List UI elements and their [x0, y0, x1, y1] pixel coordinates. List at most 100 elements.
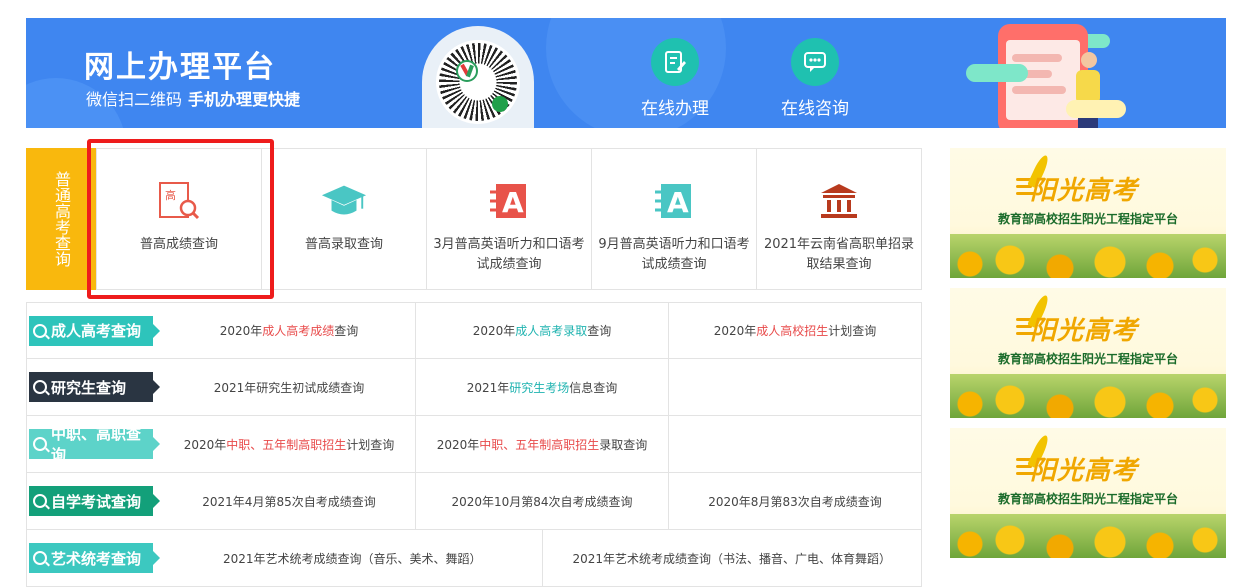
phone-line: [1012, 54, 1062, 62]
query-link-text: 计划查询: [346, 437, 395, 452]
edit-document-icon: [651, 38, 699, 86]
search-icon: [33, 494, 47, 508]
sunshine-gaokao-ad[interactable]: 阳光高考 教育部高校招生阳光工程指定平台: [950, 288, 1226, 418]
query-link[interactable]: 2021年艺术统考成绩查询（书法、播音、广电、体育舞蹈）: [543, 530, 922, 586]
query-category-label: 自学考试查询: [51, 492, 142, 511]
ad-title: 阳光高考: [1030, 316, 1139, 346]
online-handle-button[interactable]: 在线办理: [630, 38, 720, 119]
query-link[interactable]: 2021年4月第85次自考成绩查询: [163, 473, 416, 529]
score-query-card[interactable]: 高 普高成绩查询: [97, 149, 262, 289]
ad-title: 阳光高考: [1030, 456, 1139, 486]
sunshine-gaokao-ad[interactable]: 阳光高考 教育部高校招生阳光工程指定平台: [950, 148, 1226, 278]
graduation-cap-icon: [320, 179, 368, 223]
vocational-admission-query-card[interactable]: 2021年云南省高职单招录取结果查询: [757, 149, 921, 289]
query-category-label: 中职、高职查询: [51, 425, 142, 464]
banner-subtitle: 微信扫二维码 手机办理更快捷: [86, 86, 300, 110]
query-category-label: 研究生查询: [51, 378, 127, 397]
query-link[interactable]: 2021年 研究生考场 信息查询: [416, 359, 669, 415]
query-link-text: 查询: [334, 324, 359, 338]
query-link-text: 查询: [587, 324, 612, 338]
sept-english-query-card[interactable]: A 9月普高英语听力和口语考试成绩查询: [592, 149, 757, 289]
query-link-text: 2020年: [713, 324, 757, 338]
sunflower-field-image: [950, 514, 1226, 558]
qr-code-icon: [436, 40, 520, 124]
march-english-query-card[interactable]: A 3月普高英语听力和口语考试成绩查询: [427, 149, 592, 289]
sunflower-field-image: [950, 234, 1226, 278]
query-link-highlight: 成人高考成绩: [262, 324, 335, 338]
putong-gaokao-label: 普通高考查询: [26, 148, 96, 290]
svg-text:高: 高: [165, 188, 176, 202]
person-body: [1076, 70, 1100, 104]
query-link[interactable]: 2020年 中职、五年制高职招生 计划查询: [163, 416, 416, 472]
query-row: 自学考试查询 2021年4月第85次自考成绩查询 2020年10月第84次自考成绩查…: [26, 473, 922, 530]
search-icon: [33, 380, 47, 394]
ad-subtitle: 教育部高校招生阳光工程指定平台: [997, 352, 1178, 366]
banner-subtitle-prefix: 微信扫二维码: [86, 90, 183, 109]
query-link[interactable]: 2020年 成人高考成绩 查询: [163, 303, 416, 358]
query-row: 研究生查询 2021年研究生初试成绩查询 2021年 研究生考场 信息查询: [26, 359, 922, 416]
query-link-text: 计划查询: [828, 324, 877, 338]
chat-icon: [791, 38, 839, 86]
query-link-text: 2020年: [436, 437, 480, 452]
banner-subtitle-strong: 手机办理更快捷: [188, 90, 301, 109]
admission-query-card[interactable]: 普高录取查询: [262, 149, 427, 289]
person-head: [1081, 52, 1097, 68]
banner-illustration: [1066, 100, 1126, 118]
query-link[interactable]: 2020年 成人高考录取 查询: [416, 303, 669, 358]
query-link-text: 2021年4月第85次自考成绩查询: [202, 494, 376, 509]
banner-illustration: [966, 64, 1028, 82]
query-cells: 2021年艺术统考成绩查询（音乐、美术、舞蹈） 2021年艺术统考成绩查询（书法、…: [163, 530, 921, 586]
query-row: 成人高考查询 2020年 成人高考成绩 查询 2020年 成人高考录取 查询 2020年 成人高…: [26, 302, 922, 359]
qr-logo-icon: [456, 60, 478, 82]
query-link-text: 录取查询: [599, 437, 648, 452]
query-category-label: 艺术统考查询: [51, 549, 142, 568]
query-link-highlight: 成人高考录取: [515, 324, 588, 338]
query-link[interactable]: 2021年研究生初试成绩查询: [163, 359, 416, 415]
query-category-tag: 成人高考查询: [29, 315, 160, 346]
query-link-text: 2020年: [472, 324, 516, 338]
ad-subtitle: 教育部高校招生阳光工程指定平台: [997, 492, 1178, 506]
query-cells: 2021年研究生初试成绩查询 2021年 研究生考场 信息查询: [163, 359, 921, 415]
empty-cell: [669, 359, 921, 415]
admission-query-label: 普高录取查询: [304, 237, 383, 252]
query-link[interactable]: 2020年8月第83次自考成绩查询: [669, 473, 921, 529]
query-link-text: 2020年10月第84次自考成绩查询: [451, 494, 633, 509]
phone-line: [1012, 86, 1066, 94]
query-link-text: 2020年8月第83次自考成绩查询: [708, 494, 882, 509]
wechat-qr-code: [422, 26, 534, 128]
query-link[interactable]: 2020年10月第84次自考成绩查询: [416, 473, 669, 529]
online-handle-label: 在线办理: [641, 99, 709, 119]
ad-title: 阳光高考: [1030, 176, 1139, 206]
putong-query-cards: 高 普高成绩查询 普高录取查询 A 3月普高英语听力和口语考试成绩查询 A 9月…: [96, 148, 922, 290]
query-link-text: 信息查询: [569, 380, 618, 395]
query-link[interactable]: 2020年 成人高校招生 计划查询: [669, 303, 921, 358]
query-category-tag: 自学考试查询: [29, 486, 160, 516]
query-category-label: 成人高考查询: [51, 322, 142, 340]
march-english-query-label: 3月普高英语听力和口语考试成绩查询: [433, 237, 585, 272]
query-cells: 2020年 中职、五年制高职招生 计划查询 2020年 中职、五年制高职招生 录取查询: [163, 416, 921, 472]
online-consult-button[interactable]: 在线咨询: [770, 38, 860, 119]
query-link[interactable]: 2020年 中职、五年制高职招生 录取查询: [416, 416, 669, 472]
svg-text:A: A: [502, 186, 524, 219]
query-cells: 2021年4月第85次自考成绩查询 2020年10月第84次自考成绩查询 2020年…: [163, 473, 921, 529]
online-platform-banner: 网上办理平台 微信扫二维码 手机办理更快捷 在线办理 在线咨询: [26, 18, 1226, 128]
building-icon: [815, 179, 863, 223]
banner-title: 网上办理平台: [84, 50, 276, 85]
search-icon: [33, 551, 47, 565]
query-row: 中职、高职查询 2020年 中职、五年制高职招生 计划查询 2020年 中职、五年制高职招…: [26, 416, 922, 473]
query-link-text: 2020年: [219, 324, 263, 338]
sunshine-gaokao-ad[interactable]: 阳光高考 教育部高校招生阳光工程指定平台: [950, 428, 1226, 558]
score-query-label: 普高成绩查询: [139, 237, 218, 252]
score-search-icon: 高: [155, 179, 203, 223]
query-link-text: 2020年: [183, 437, 227, 452]
query-link[interactable]: 2021年艺术统考成绩查询（音乐、美术、舞蹈）: [163, 530, 543, 586]
query-category-tag: 艺术统考查询: [29, 543, 160, 573]
mini-program-badge-icon: [492, 96, 508, 112]
query-link-text: 2021年: [466, 380, 510, 395]
empty-cell: [669, 416, 921, 472]
query-category-tag: 研究生查询: [29, 372, 160, 402]
query-link-text: 2021年研究生初试成绩查询: [213, 380, 365, 395]
search-icon: [33, 323, 47, 338]
sunflower-field-image: [950, 374, 1226, 418]
letter-a-icon: A: [650, 179, 698, 223]
